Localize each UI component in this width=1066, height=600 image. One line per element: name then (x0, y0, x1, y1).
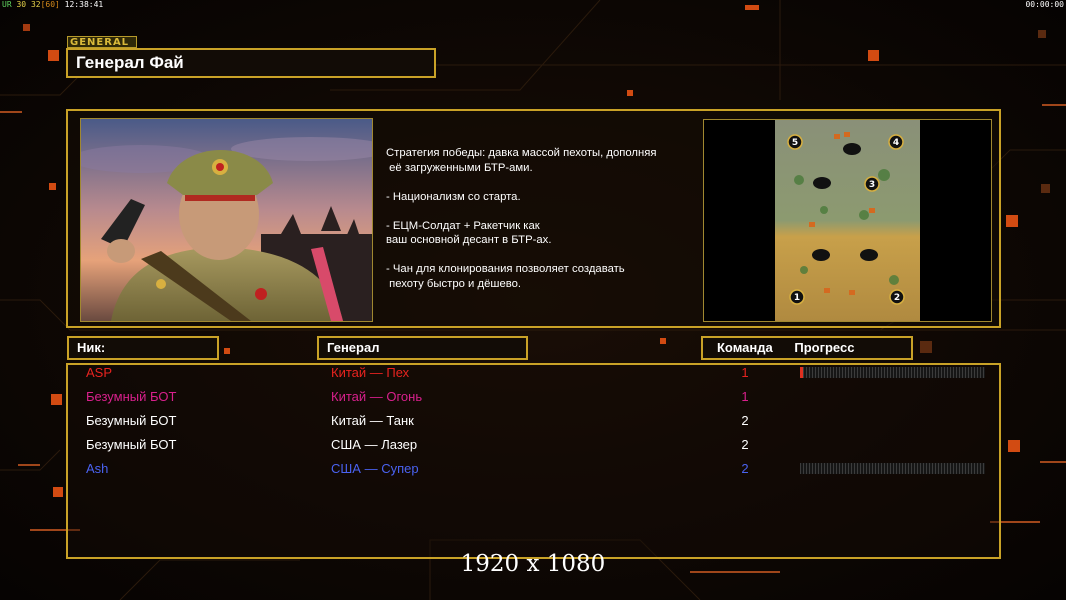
map-slot-4: 4 (888, 134, 904, 150)
svg-text:1: 1 (794, 293, 800, 303)
header-general: Генерал (317, 336, 528, 360)
player-row[interactable]: Ash США — Супер 2 (0, 459, 1066, 479)
resolution-label: 1920 x 1080 (460, 551, 606, 577)
player-nick: Безумный БОТ (86, 389, 177, 404)
player-general: Китай — Огонь (331, 389, 423, 404)
player-team: 1 (741, 365, 749, 380)
description-line: - ЕЦМ-Солдат + Ракетчик как ваш основной… (386, 219, 552, 247)
map-preview[interactable]: 5 4 3 1 2 (703, 119, 992, 322)
svg-text:5: 5 (792, 138, 798, 148)
load-progress-bar (800, 367, 985, 378)
general-tag: GENERAL (67, 36, 137, 48)
map-slot-5: 5 (787, 134, 803, 150)
player-row[interactable]: Безумный БОТ США — Лазер 2 (0, 435, 1066, 455)
hud-mode: UR (2, 0, 12, 9)
player-nick: Безумный БОТ (86, 437, 177, 452)
player-row[interactable]: Безумный БОТ Китай — Танк 2 (0, 411, 1066, 431)
map-slot-2: 2 (889, 289, 905, 305)
hud-fps: 30 (16, 0, 27, 9)
header-progress: Прогресс (794, 340, 855, 355)
general-portrait (80, 118, 373, 322)
description-line: - Чан для клонирования позволяет создава… (386, 263, 625, 290)
description-line: Стратегия победы: давка массой пехоты, д… (386, 147, 657, 174)
general-title: Генерал Фай (66, 48, 436, 78)
map-slot-3: 3 (864, 176, 880, 192)
player-general: Китай — Пех (331, 365, 410, 380)
player-team: 2 (741, 461, 749, 476)
player-row[interactable]: Безумный БОТ Китай — Огонь 1 (0, 387, 1066, 407)
load-progress-bar (800, 463, 985, 474)
player-team: 2 (741, 437, 749, 452)
header-team-progress: Команда Прогресс (701, 336, 913, 360)
player-row[interactable]: ASP Китай — Пех 1 (0, 363, 1066, 383)
player-nick: Безумный БОТ (86, 413, 177, 428)
fps-counter: UR 30 32[60] 12:38:41 (2, 0, 103, 9)
player-team: 1 (741, 389, 749, 404)
player-general: Китай — Танк (331, 413, 414, 428)
player-nick: ASP (86, 365, 113, 380)
player-team: 2 (741, 413, 749, 428)
map-slot-1: 1 (789, 289, 805, 305)
hud-fps-avg: 32 (30, 0, 41, 9)
svg-text:3: 3 (869, 180, 875, 190)
svg-text:2: 2 (894, 293, 900, 303)
header-team: Команда (717, 340, 773, 355)
svg-text:4: 4 (893, 138, 899, 148)
player-general: США — Лазер (331, 437, 418, 452)
player-general: США — Супер (331, 461, 419, 476)
game-timer: 00:00:00 (1025, 0, 1064, 9)
header-nick: Ник: (67, 336, 219, 360)
description-line: - Национализм со старта. (386, 190, 521, 203)
strategy-description: Стратегия победы: давка массой пехоты, д… (386, 146, 698, 306)
hud-clock: 12:38:41 (64, 0, 104, 9)
player-nick: Ash (86, 461, 109, 476)
hud-fps-limit: [60] (40, 0, 60, 9)
